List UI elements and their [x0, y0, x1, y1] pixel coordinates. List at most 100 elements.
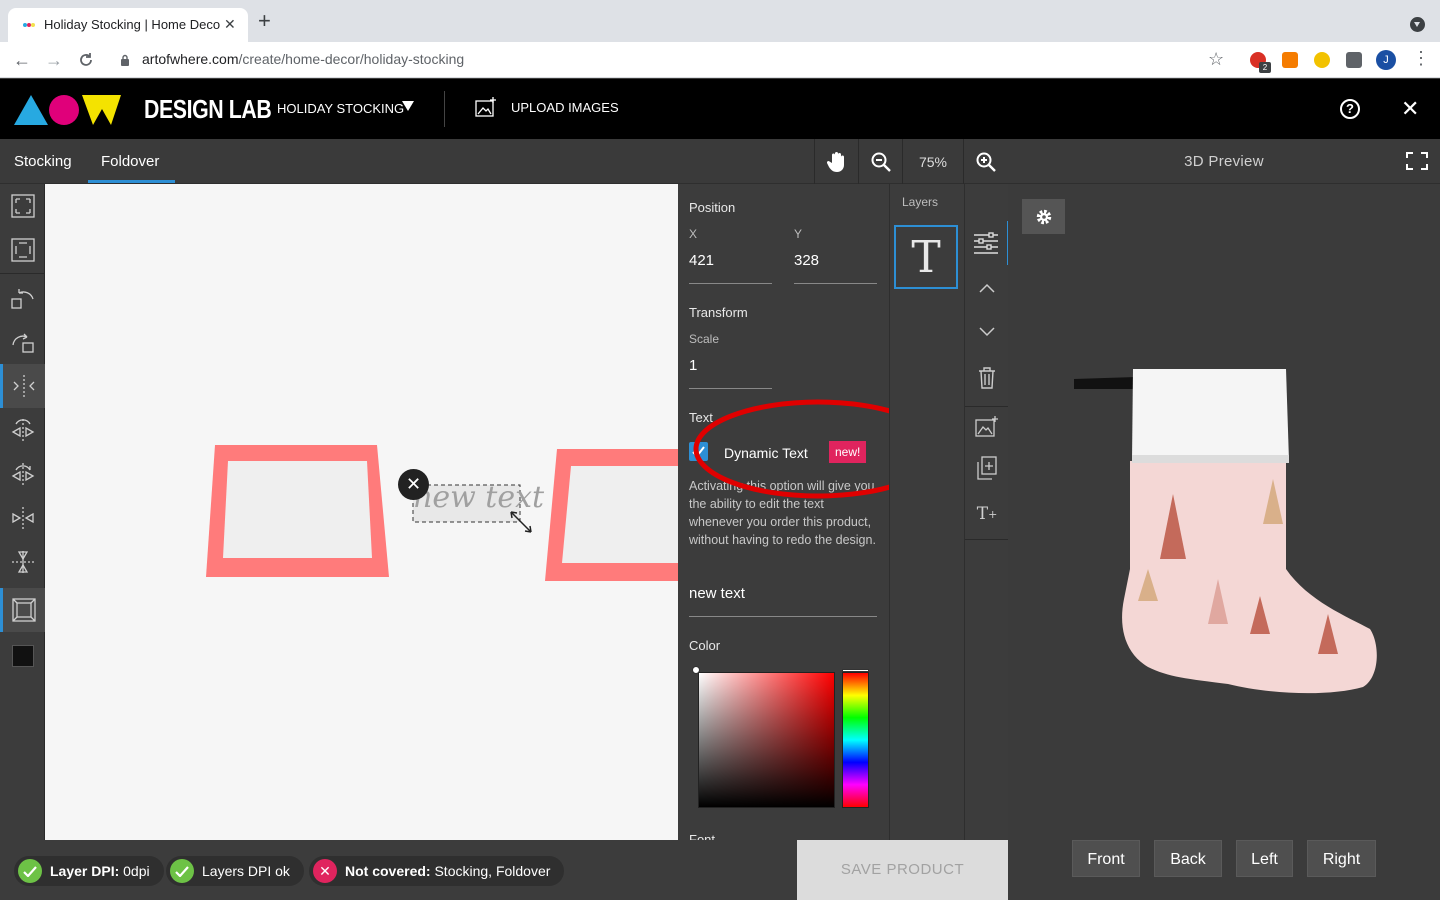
rotate-left-icon[interactable] — [0, 276, 45, 320]
extension-hand-icon[interactable] — [1314, 52, 1330, 68]
view-front-button[interactable]: Front — [1072, 840, 1140, 877]
tab-stocking[interactable]: Stocking — [14, 153, 72, 170]
layer-up-icon[interactable] — [965, 266, 1009, 310]
lock-icon[interactable] — [120, 54, 130, 66]
reload-icon[interactable] — [74, 48, 98, 72]
mirror-vertical-icon[interactable] — [0, 540, 45, 584]
annotation-circle — [693, 399, 889, 499]
background-color-swatch[interactable] — [0, 634, 45, 678]
address-bar[interactable]: artofwhere.com/create/home-decor/holiday… — [142, 51, 464, 67]
zoom-in-icon[interactable] — [963, 139, 1008, 184]
left-toolbar — [0, 184, 45, 840]
mirror-horizontal-icon[interactable] — [0, 496, 45, 540]
stocking-cuff-shadow — [1132, 455, 1289, 463]
position-y-input[interactable]: 328 — [794, 252, 819, 269]
browser-toolbar: ← → artofwhere.com/create/home-decor/hol… — [0, 42, 1440, 78]
browser-tab[interactable]: Holiday Stocking | Home Decor ✕ — [8, 8, 248, 42]
resize-handle-icon[interactable] — [509, 510, 533, 534]
extensions-puzzle-icon[interactable] — [1346, 52, 1362, 68]
status-bar: Layer DPI: 0dpi Layers DPI ok ✕ Not cove… — [0, 840, 797, 900]
stocking-3d-model — [1074, 369, 1377, 694]
profile-avatar[interactable]: J — [1376, 50, 1396, 70]
upload-images-label: UPLOAD IMAGES — [511, 99, 619, 115]
hue-slider-handle[interactable] — [842, 669, 869, 672]
bookmark-star-icon[interactable]: ☆ — [1208, 49, 1224, 70]
hue-slider[interactable] — [842, 672, 869, 808]
duplicate-layer-icon[interactable] — [965, 446, 1009, 490]
new-tab-button[interactable]: + — [258, 10, 271, 32]
view-left-button[interactable]: Left — [1236, 840, 1293, 877]
scale-input[interactable]: 1 — [689, 357, 697, 374]
delete-layer-trash-icon[interactable] — [965, 356, 1009, 400]
zoom-out-icon[interactable] — [858, 139, 902, 184]
browser-tabstrip: Holiday Stocking | Home Decor ✕ + — [0, 0, 1440, 42]
stocking-body — [1122, 461, 1377, 694]
position-x-input[interactable]: 421 — [689, 252, 714, 269]
color-picker-handle[interactable] — [692, 666, 700, 674]
tab-foldover[interactable]: Foldover — [101, 153, 159, 170]
layer-settings-icon[interactable] — [965, 221, 1009, 265]
editor-tabs-bar: Stocking Foldover 75% — [0, 139, 1008, 184]
not-covered-value: Stocking, Foldover — [434, 863, 551, 879]
tab-close-icon[interactable]: ✕ — [224, 16, 236, 33]
back-icon[interactable]: ← — [10, 48, 34, 72]
url-host: artofwhere.com — [142, 51, 239, 67]
upload-images-button[interactable]: UPLOAD IMAGES — [475, 97, 619, 117]
header-divider — [444, 91, 445, 127]
x-underline — [689, 283, 772, 284]
rotate-right-icon[interactable] — [0, 320, 45, 364]
stocking-cuff — [1132, 369, 1289, 461]
fit-width-icon[interactable] — [0, 184, 45, 228]
add-image-layer-icon[interactable] — [965, 404, 1009, 448]
delete-layer-icon[interactable]: ✕ — [398, 469, 429, 500]
foldover-panel-right-inner — [562, 466, 678, 563]
text-layer-icon[interactable]: T — [894, 225, 958, 289]
view-back-button[interactable]: Back — [1154, 840, 1222, 877]
text-underline — [689, 616, 877, 617]
tool-divider — [0, 273, 45, 274]
add-text-layer-icon[interactable]: T + — [965, 492, 1009, 536]
help-icon[interactable]: ? — [1340, 99, 1360, 119]
upload-image-icon — [475, 97, 496, 117]
flip-horizontal-icon[interactable] — [0, 408, 45, 452]
product-dropdown-caret-icon[interactable] — [402, 101, 414, 111]
layers-panel: Layers T — [889, 184, 964, 840]
layer-down-icon[interactable] — [965, 310, 1009, 354]
color-saturation-picker[interactable] — [698, 672, 835, 808]
product-selector[interactable]: HOLIDAY STOCKING — [277, 101, 404, 116]
align-center-horizontal-icon[interactable] — [0, 364, 45, 408]
layer-tools: T + — [964, 184, 1009, 840]
zoom-level: 75% — [902, 139, 963, 184]
font-heading: Font — [689, 832, 716, 840]
extension-orange-icon[interactable] — [1282, 52, 1298, 68]
save-product-button[interactable]: SAVE PRODUCT — [797, 840, 1008, 900]
text-content-input[interactable]: new text — [689, 585, 745, 602]
flip-vertical-icon[interactable] — [0, 452, 45, 496]
browser-menu-icon[interactable]: ⋮ — [1412, 49, 1430, 67]
properties-panel: Position X Y 421 328 Transform Scale 1 T… — [678, 184, 889, 840]
x-label: X — [689, 227, 698, 241]
design-canvas[interactable]: new text ✕ — [45, 184, 678, 840]
fit-height-icon[interactable] — [0, 228, 45, 272]
layers-dpi-ok-label: Layers DPI ok — [202, 863, 290, 879]
forward-icon[interactable]: → — [42, 48, 66, 72]
check-icon — [170, 859, 194, 883]
layer-dpi-status: Layer DPI: 0dpi — [14, 856, 164, 886]
brand-title: DESIGN LAB — [144, 94, 272, 124]
pan-hand-icon[interactable] — [814, 139, 858, 184]
layers-dpi-ok-status: Layers DPI ok — [166, 856, 304, 886]
color-heading: Color — [689, 638, 721, 653]
active-tab-indicator — [88, 180, 175, 183]
stocking-hanging-loop — [1074, 377, 1136, 389]
scale-label: Scale — [689, 332, 720, 346]
canvas-artwork — [206, 445, 678, 581]
app-header: DESIGN LAB HOLIDAY STOCKING UPLOAD IMAGE… — [0, 79, 1440, 139]
close-design-lab-icon[interactable]: ✕ — [1401, 96, 1419, 122]
fill-canvas-icon[interactable] — [0, 588, 45, 632]
transform-heading: Transform — [689, 305, 748, 320]
tab-search-icon[interactable] — [1410, 17, 1425, 32]
view-right-button[interactable]: Right — [1307, 840, 1376, 877]
not-covered-status: ✕ Not covered: Stocking, Foldover — [309, 856, 565, 886]
layer-dpi-value: 0dpi — [123, 863, 150, 879]
not-covered-label: Not covered: — [345, 863, 431, 879]
